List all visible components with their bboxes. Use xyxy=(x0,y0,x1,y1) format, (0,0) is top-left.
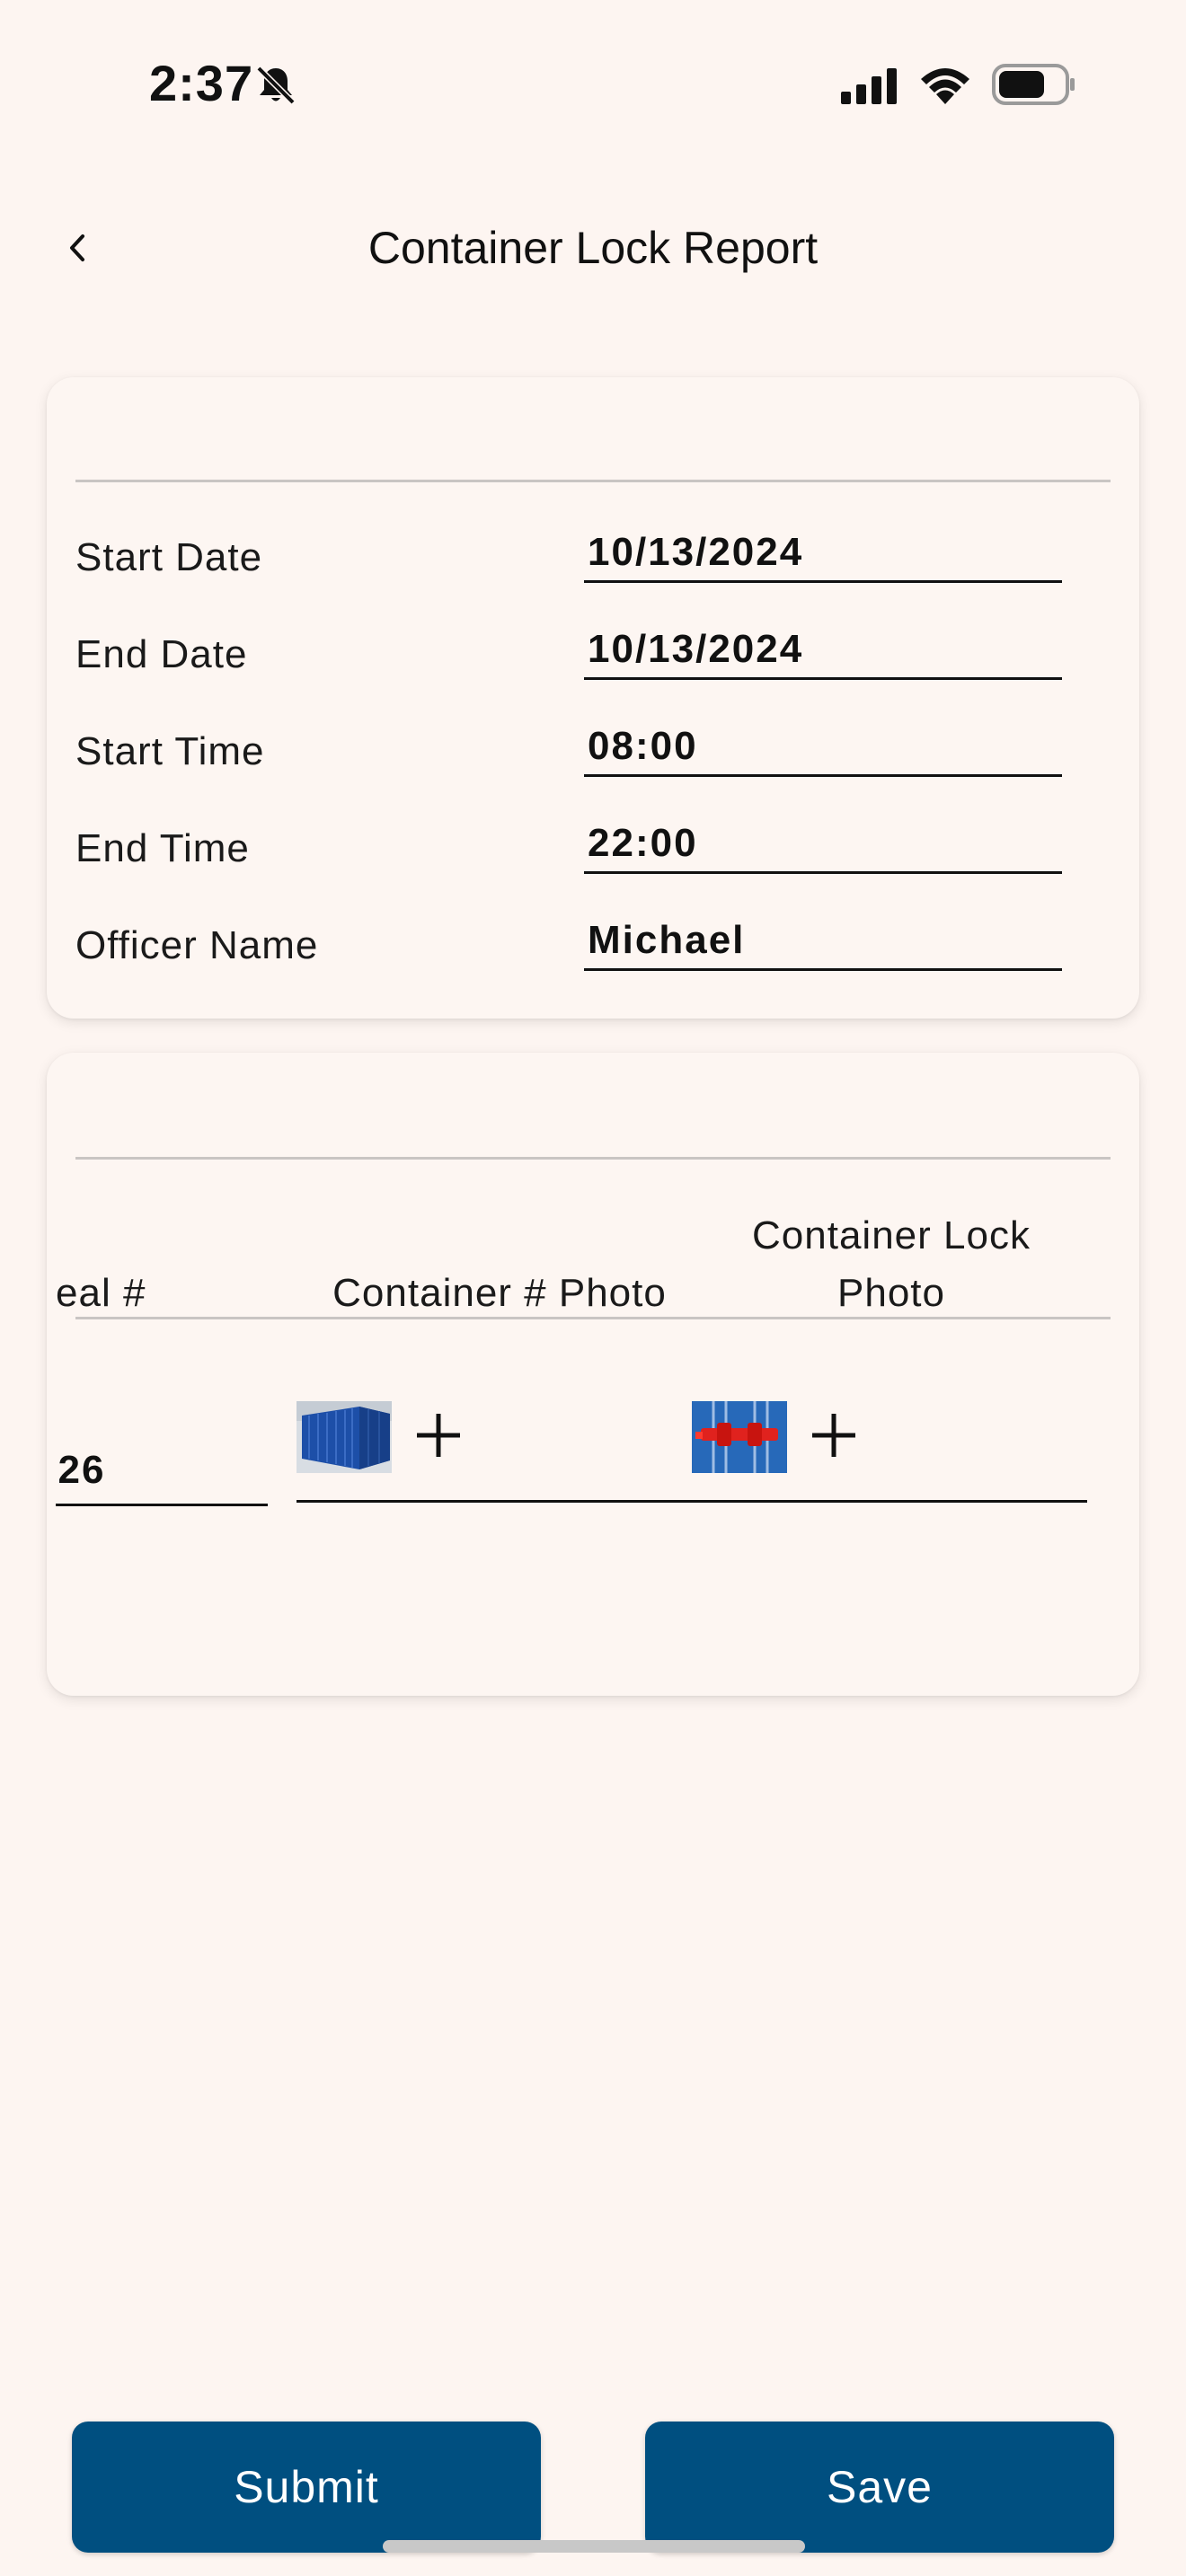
container-photo-column-header: Container # Photo xyxy=(332,1271,667,1315)
container-photo-thumbnail[interactable] xyxy=(296,1401,392,1473)
start-date-label: Start Date xyxy=(75,535,263,579)
cellular-signal-icon xyxy=(841,68,897,104)
add-container-photo-button[interactable] xyxy=(412,1408,465,1462)
start-time-field[interactable]: 08:00 xyxy=(584,719,1062,777)
submit-button[interactable]: Submit xyxy=(72,2422,541,2553)
battery-icon xyxy=(992,64,1075,105)
wifi-icon xyxy=(921,68,969,104)
seal-column-header: eal # xyxy=(56,1271,146,1315)
table-top-divider xyxy=(75,1157,1111,1160)
seal-number-field[interactable]: 326 xyxy=(56,1432,268,1506)
end-time-row: End Time 22:00 xyxy=(47,799,1139,896)
home-indicator xyxy=(383,2540,805,2553)
container-items-card: eal # Container # Photo Container Lock P… xyxy=(47,1053,1139,1696)
photo-row-underline xyxy=(296,1500,1087,1503)
start-time-value: 08:00 xyxy=(588,724,698,768)
end-date-field[interactable]: 10/13/2024 xyxy=(584,622,1062,680)
start-date-value: 10/13/2024 xyxy=(588,530,804,574)
start-date-field[interactable]: 10/13/2024 xyxy=(584,525,1062,583)
report-info-card: Start Date 10/13/2024 End Date 10/13/202… xyxy=(47,377,1139,1019)
lock-photo-column-header: Container Lock Photo xyxy=(752,1213,1031,1315)
add-lock-photo-button[interactable] xyxy=(807,1408,861,1462)
officer-name-row: Officer Name Michael xyxy=(47,896,1139,993)
end-date-label: End Date xyxy=(75,632,248,676)
end-date-row: End Date 10/13/2024 xyxy=(47,605,1139,702)
end-date-value: 10/13/2024 xyxy=(588,627,804,671)
status-time: 2:37 xyxy=(149,55,254,111)
save-button[interactable]: Save xyxy=(645,2422,1114,2553)
status-bar: 2:37 xyxy=(0,0,1186,171)
start-time-row: Start Time 08:00 xyxy=(47,702,1139,799)
officer-name-label: Officer Name xyxy=(75,923,319,967)
card-divider xyxy=(75,480,1111,482)
officer-name-field[interactable]: Michael xyxy=(584,913,1062,971)
end-time-value: 22:00 xyxy=(588,821,698,865)
officer-name-value: Michael xyxy=(588,918,746,962)
end-time-field[interactable]: 22:00 xyxy=(584,816,1062,874)
seal-number-value: 326 xyxy=(56,1448,106,1492)
start-time-label: Start Time xyxy=(75,729,265,773)
start-date-row: Start Date 10/13/2024 xyxy=(47,508,1139,605)
end-time-label: End Time xyxy=(75,826,250,870)
page-title: Container Lock Report xyxy=(367,223,819,273)
table-header-divider xyxy=(75,1317,1111,1319)
lock-photo-thumbnail[interactable] xyxy=(692,1401,787,1473)
bell-slash-icon xyxy=(256,66,296,105)
